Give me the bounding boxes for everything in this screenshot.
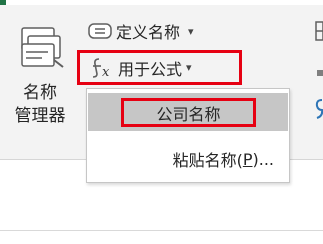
use-in-formula-label: 用于公式 (118, 59, 183, 79)
define-name-icon (88, 23, 112, 39)
use-in-formula-button[interactable]: x 用于公式 ▾ (77, 50, 242, 85)
name-manager-button[interactable]: 名称 管理器 (0, 8, 80, 140)
menu-item-company-name[interactable]: 公司名称 (88, 93, 288, 131)
svg-text:x: x (102, 65, 110, 79)
name-manager-label-line1: 名称 (23, 83, 57, 103)
clipped-ribbon-icon[interactable] (315, 68, 323, 78)
menu-item-label-suffix: )... (252, 149, 275, 169)
chevron-down-icon: ▾ (186, 61, 192, 74)
name-manager-icon (21, 27, 64, 68)
fx-icon: x (92, 57, 110, 79)
worksheet-divider (0, 230, 323, 231)
menu-item-paste-names[interactable]: 粘贴名称(P)... (88, 141, 288, 177)
menu-item-label: 公司名称 (156, 104, 221, 124)
chevron-down-icon: ▾ (188, 24, 194, 38)
menu-item-accelerator: P (242, 149, 253, 169)
name-manager-label-line2: 管理器 (14, 106, 66, 126)
ribbon-accent-bar (0, 0, 6, 5)
define-name-label: 定义名称 (116, 23, 181, 42)
clipped-ribbon-icon[interactable] (315, 20, 323, 42)
clipped-ribbon-icon[interactable] (315, 96, 323, 122)
menu-item-label: 粘贴名称( (172, 151, 243, 170)
ribbon-top-strip (0, 0, 323, 5)
use-in-formula-dropdown: 公司名称 粘贴名称(P)... (86, 88, 290, 183)
define-name-button[interactable]: 定义名称 ▾ (88, 16, 194, 46)
menu-item-highlight: 公司名称 (121, 98, 256, 127)
